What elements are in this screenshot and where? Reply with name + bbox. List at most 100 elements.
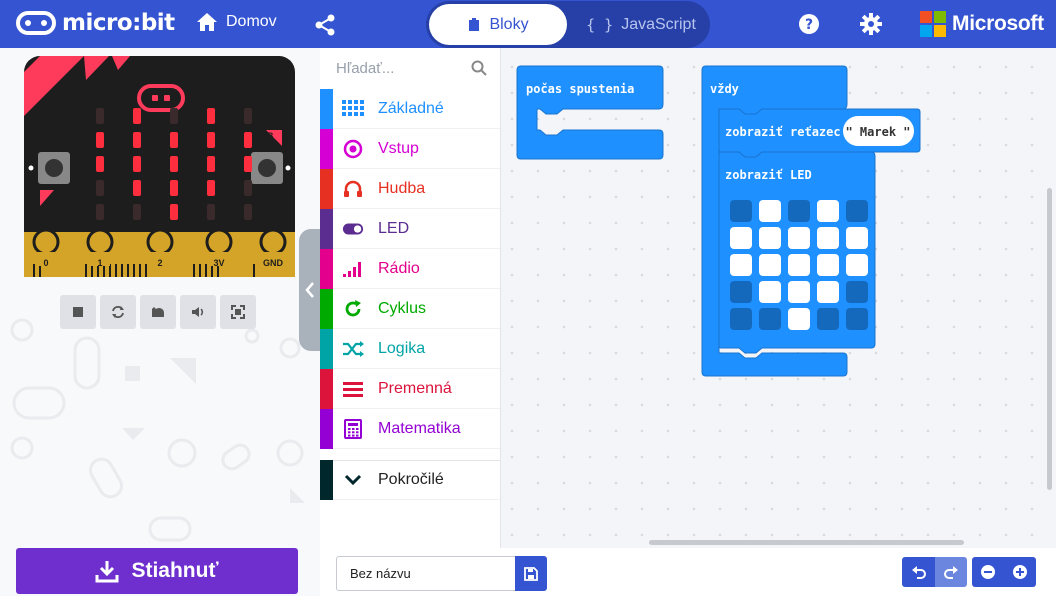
category-refresh[interactable]: Cyklus bbox=[320, 288, 500, 329]
led-toggle-cell[interactable] bbox=[817, 308, 839, 330]
led-toggle-cell[interactable] bbox=[788, 254, 810, 276]
share-button[interactable] bbox=[314, 14, 336, 41]
show-leds-block[interactable]: zobraziť LED bbox=[718, 151, 876, 354]
led-toggle-cell[interactable] bbox=[759, 281, 781, 303]
redo-button[interactable] bbox=[935, 557, 967, 587]
pin-hole[interactable] bbox=[146, 228, 174, 256]
category-shuffle[interactable]: Logika bbox=[320, 328, 500, 369]
pin-hole[interactable] bbox=[32, 228, 60, 256]
zoom-in-button[interactable] bbox=[1004, 557, 1036, 587]
on-start-block[interactable]: počas spustenia bbox=[516, 65, 664, 160]
project-name-input[interactable]: Bez názvu bbox=[336, 556, 516, 591]
category-label: Základné bbox=[378, 99, 444, 117]
led-toggle-cell[interactable] bbox=[846, 308, 868, 330]
home-button[interactable]: Domov bbox=[196, 12, 277, 32]
slowmo-button[interactable] bbox=[140, 295, 176, 329]
simulator-controls bbox=[60, 295, 256, 329]
led-toggle-cell[interactable] bbox=[788, 281, 810, 303]
category-chevron-down[interactable]: Pokročilé bbox=[320, 460, 500, 500]
category-color-bar bbox=[320, 128, 333, 169]
help-button[interactable]: ? bbox=[798, 13, 820, 40]
led-toggle-cell[interactable] bbox=[759, 227, 781, 249]
microsoft-logo[interactable]: Microsoft bbox=[920, 11, 1044, 37]
led-toggle-cell[interactable] bbox=[817, 200, 839, 222]
calculator-icon bbox=[342, 418, 364, 440]
search-placeholder: Hľadať... bbox=[336, 59, 395, 77]
led-toggle-cell[interactable] bbox=[846, 254, 868, 276]
led-pixel bbox=[170, 132, 178, 148]
list-icon bbox=[342, 378, 364, 400]
forever-label: vždy bbox=[710, 82, 739, 96]
category-toggle[interactable]: LED bbox=[320, 208, 500, 249]
category-signal[interactable]: Rádio bbox=[320, 248, 500, 289]
pin-hole[interactable] bbox=[259, 228, 287, 256]
led-toggle-cell[interactable] bbox=[846, 281, 868, 303]
led-editor-grid[interactable] bbox=[730, 200, 868, 330]
zoom-out-button[interactable] bbox=[972, 557, 1004, 587]
category-headphones[interactable]: Hudba bbox=[320, 168, 500, 209]
category-target[interactable]: Vstup bbox=[320, 128, 500, 169]
led-toggle-cell[interactable] bbox=[759, 200, 781, 222]
redo-icon bbox=[944, 566, 958, 579]
led-toggle-cell[interactable] bbox=[759, 254, 781, 276]
led-toggle-cell[interactable] bbox=[730, 281, 752, 303]
led-toggle-cell[interactable] bbox=[788, 227, 810, 249]
pin-hole[interactable] bbox=[205, 228, 233, 256]
led-toggle-cell[interactable] bbox=[846, 227, 868, 249]
collapse-simulator-button[interactable] bbox=[299, 229, 321, 351]
led-pixel bbox=[133, 108, 141, 124]
led-toggle-cell[interactable] bbox=[788, 200, 810, 222]
category-list[interactable]: Premenná bbox=[320, 368, 500, 409]
led-toggle-cell[interactable] bbox=[788, 308, 810, 330]
led-toggle-cell[interactable] bbox=[730, 200, 752, 222]
led-toggle-cell[interactable] bbox=[730, 254, 752, 276]
chevron-down-icon bbox=[342, 469, 364, 491]
blocks-workspace[interactable]: počas spustenia vždy zobraziť reťazec " … bbox=[501, 48, 1056, 548]
led-toggle-cell[interactable] bbox=[759, 308, 781, 330]
vertical-scrollbar[interactable] bbox=[1047, 188, 1052, 490]
undo-button[interactable] bbox=[902, 557, 935, 587]
restart-icon bbox=[112, 306, 124, 318]
led-toggle-cell[interactable] bbox=[817, 227, 839, 249]
led-toggle-cell[interactable] bbox=[730, 308, 752, 330]
tab-javascript[interactable]: { } JavaScript bbox=[576, 4, 706, 45]
show-string-block[interactable]: zobraziť reťazec " Marek " bbox=[718, 108, 921, 158]
fullscreen-button[interactable] bbox=[220, 295, 256, 329]
puzzle-icon bbox=[469, 17, 480, 31]
led-toggle-cell[interactable] bbox=[817, 254, 839, 276]
led-pixel bbox=[96, 132, 104, 148]
horizontal-scrollbar[interactable] bbox=[649, 540, 964, 545]
save-icon bbox=[524, 566, 538, 581]
microbit-board: A B 0 1 2 3V GND bbox=[24, 56, 295, 277]
restart-button[interactable] bbox=[100, 295, 136, 329]
led-pixel bbox=[96, 108, 104, 124]
tab-blocks-label: Bloky bbox=[489, 15, 529, 33]
pin-label: 2 bbox=[157, 258, 162, 268]
stop-button[interactable] bbox=[60, 295, 96, 329]
led-pixel bbox=[170, 204, 178, 220]
led-toggle-cell[interactable] bbox=[730, 227, 752, 249]
signal-icon bbox=[342, 258, 364, 280]
category-color-bar bbox=[320, 408, 333, 449]
download-button[interactable]: Stiahnuť bbox=[16, 548, 298, 594]
pin-hole[interactable] bbox=[86, 228, 114, 256]
sound-button[interactable] bbox=[180, 295, 216, 329]
tab-javascript-label: JavaScript bbox=[621, 15, 696, 33]
led-pixel bbox=[244, 156, 252, 172]
category-color-bar bbox=[320, 88, 333, 129]
microbit-logo[interactable]: micro:bit bbox=[16, 10, 175, 36]
settings-button[interactable] bbox=[860, 13, 882, 40]
led-pixel bbox=[96, 156, 104, 172]
led-toggle-cell[interactable] bbox=[846, 200, 868, 222]
category-calculator[interactable]: Matematika bbox=[320, 408, 500, 449]
category-label: Cyklus bbox=[378, 299, 427, 317]
search-input[interactable]: Hľadať... bbox=[320, 48, 501, 88]
led-pixel bbox=[170, 156, 178, 172]
category-grid[interactable]: Základné bbox=[320, 88, 500, 129]
save-button[interactable] bbox=[515, 556, 547, 591]
category-color-bar bbox=[320, 460, 333, 500]
tab-blocks[interactable]: Bloky bbox=[429, 4, 567, 45]
led-toggle-cell[interactable] bbox=[817, 281, 839, 303]
undo-icon bbox=[911, 566, 926, 579]
on-start-label: počas spustenia bbox=[526, 82, 634, 96]
